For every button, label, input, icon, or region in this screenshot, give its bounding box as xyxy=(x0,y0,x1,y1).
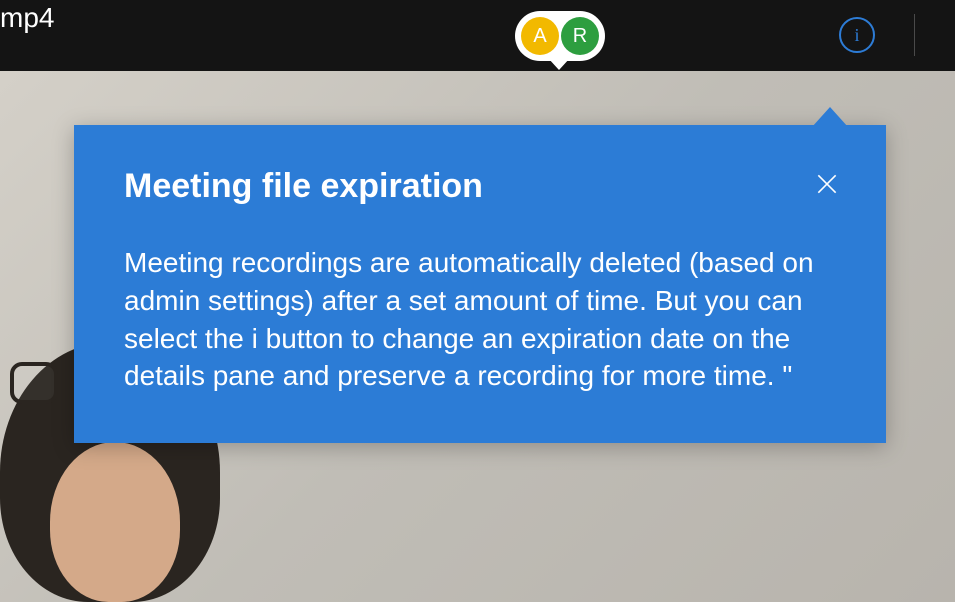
filename-label: mp4 xyxy=(0,2,54,34)
presence-indicator[interactable]: A R xyxy=(515,11,605,61)
expiration-callout: Meeting file expiration Meeting recordin… xyxy=(74,125,886,443)
avatar-a: A xyxy=(521,17,559,55)
avatar-a-initial: A xyxy=(533,25,546,48)
avatar-r-initial: R xyxy=(573,25,587,48)
avatar-r: R xyxy=(561,17,599,55)
callout-beak-icon xyxy=(812,107,848,127)
close-button[interactable] xyxy=(812,169,842,199)
close-icon xyxy=(814,171,840,197)
info-button[interactable]: i xyxy=(839,17,875,53)
header-divider xyxy=(914,14,915,56)
info-icon: i xyxy=(854,25,859,46)
callout-title: Meeting file expiration xyxy=(124,167,836,206)
title-bar: mp4 A R i xyxy=(0,0,955,71)
presence-caret-icon xyxy=(548,58,570,70)
callout-body: Meeting recordings are automatically del… xyxy=(124,244,836,395)
